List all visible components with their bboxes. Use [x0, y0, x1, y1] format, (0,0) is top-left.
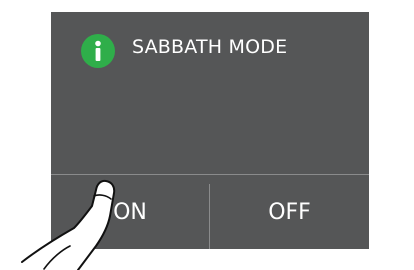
sabbath-mode-dialog: SABBATH MODE ON OFF	[51, 12, 369, 249]
dialog-title: SABBATH MODE	[132, 36, 288, 58]
screen: SABBATH MODE ON OFF	[0, 0, 414, 270]
off-button[interactable]: OFF	[210, 175, 369, 249]
dialog-header: SABBATH MODE	[51, 12, 369, 172]
info-icon	[81, 34, 115, 68]
on-button[interactable]: ON	[51, 175, 209, 249]
